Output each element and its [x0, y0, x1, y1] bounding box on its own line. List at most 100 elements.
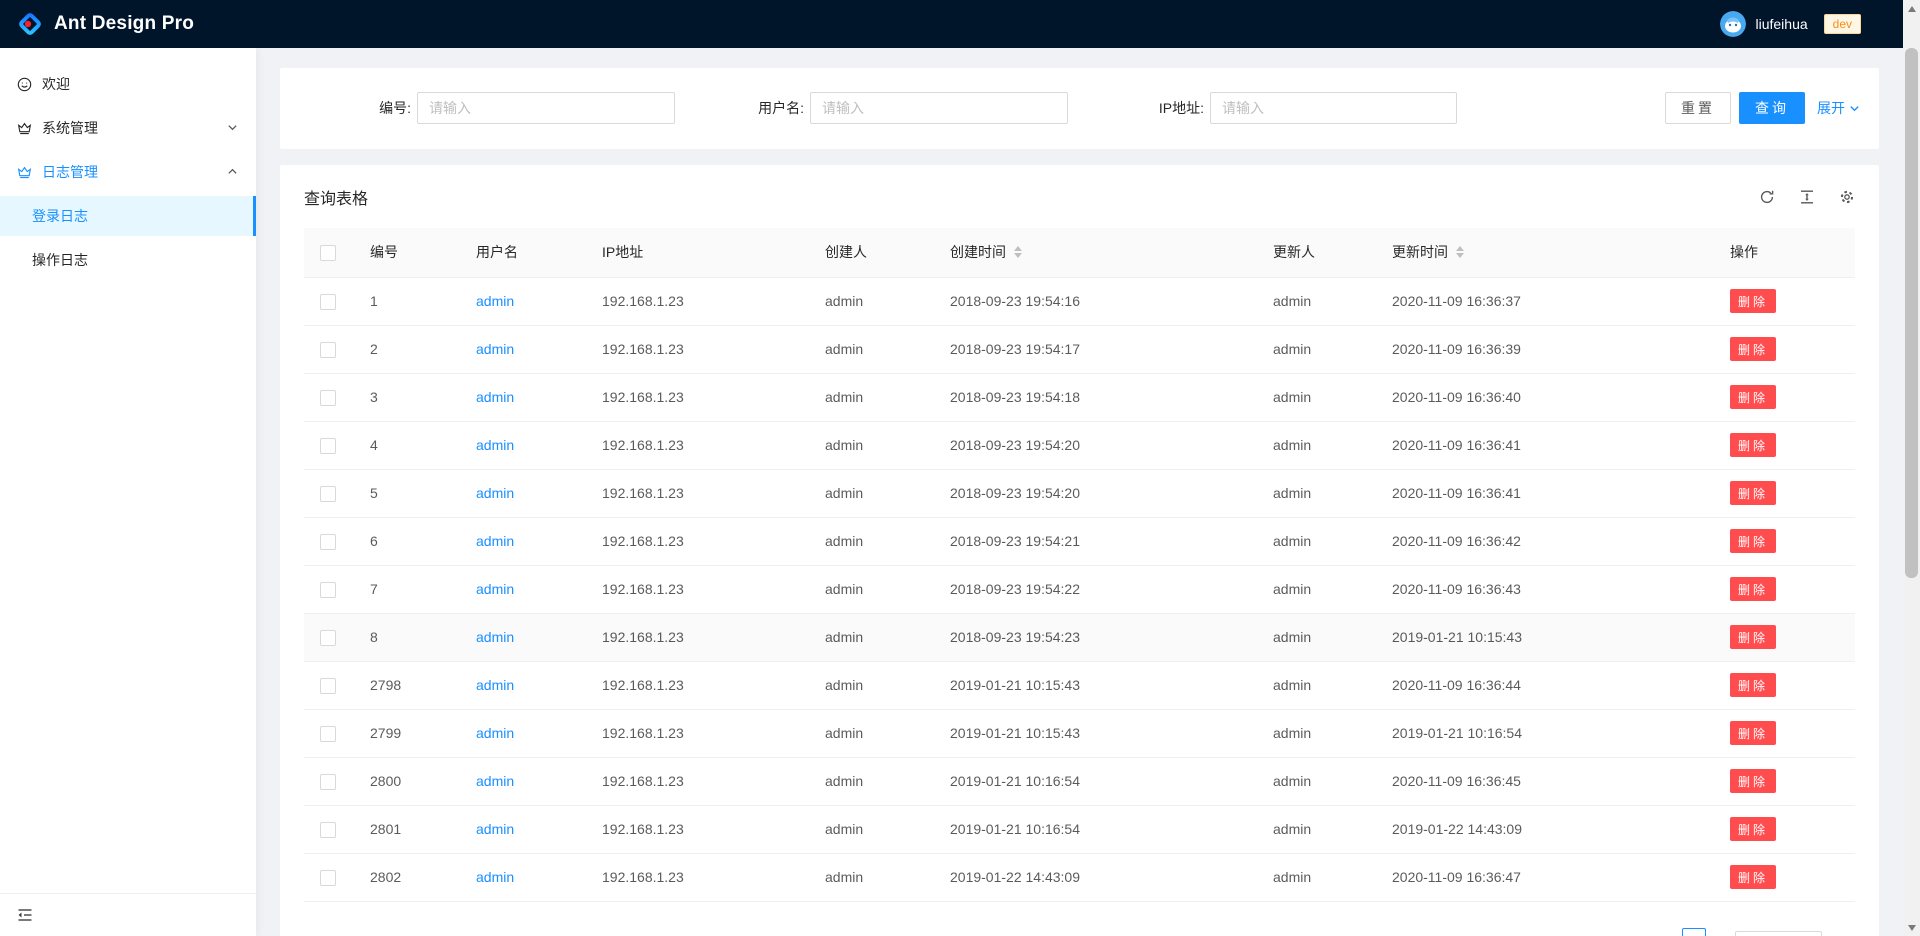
- sidebar-item-label: 系统管理: [42, 118, 98, 138]
- cell-ip: 192.168.1.23: [584, 661, 807, 709]
- username-link[interactable]: admin: [476, 773, 514, 789]
- username-link[interactable]: admin: [476, 437, 514, 453]
- cell-creator: admin: [807, 805, 932, 853]
- density-icon[interactable]: [1799, 189, 1815, 205]
- cell-created: 2018-09-23 19:54:21: [932, 517, 1255, 565]
- sorter-icon[interactable]: [1014, 246, 1022, 258]
- scroll-down-arrow[interactable]: [1903, 919, 1920, 936]
- crown-icon: [17, 121, 32, 136]
- expand-toggle[interactable]: 展开: [1817, 98, 1860, 118]
- checkbox-cell: [304, 805, 352, 853]
- pagination-page-1[interactable]: 1: [1682, 928, 1706, 936]
- cell-id: 8: [352, 613, 458, 661]
- delete-button[interactable]: 删除: [1730, 625, 1776, 649]
- menu-fold-icon[interactable]: [17, 907, 33, 923]
- row-checkbox[interactable]: [320, 486, 336, 502]
- ip-input[interactable]: [1210, 92, 1457, 124]
- delete-button[interactable]: 删除: [1730, 481, 1776, 505]
- delete-button[interactable]: 删除: [1730, 529, 1776, 553]
- username-link[interactable]: admin: [476, 293, 514, 309]
- row-checkbox[interactable]: [320, 726, 336, 742]
- cell-updated: 2020-11-09 16:36:42: [1374, 517, 1712, 565]
- row-checkbox[interactable]: [320, 630, 336, 646]
- row-checkbox[interactable]: [320, 342, 336, 358]
- row-checkbox[interactable]: [320, 390, 336, 406]
- username-link[interactable]: admin: [476, 341, 514, 357]
- sorter-icon[interactable]: [1456, 246, 1464, 258]
- sidebar-item-operation-log[interactable]: 操作日志: [0, 240, 256, 280]
- row-checkbox[interactable]: [320, 678, 336, 694]
- username-link[interactable]: admin: [476, 581, 514, 597]
- username-link[interactable]: admin: [476, 629, 514, 645]
- page-size-select[interactable]: [1735, 931, 1822, 936]
- username-link[interactable]: admin: [476, 485, 514, 501]
- delete-button[interactable]: 删除: [1730, 769, 1776, 793]
- logo[interactable]: Ant Design Pro: [16, 10, 194, 38]
- cell-action: 删除: [1712, 325, 1855, 373]
- row-checkbox[interactable]: [320, 582, 336, 598]
- user-avatar[interactable]: [1720, 11, 1746, 37]
- cell-created: 2018-09-23 19:54:17: [932, 325, 1255, 373]
- cell-updated: 2020-11-09 16:36:44: [1374, 661, 1712, 709]
- delete-button[interactable]: 删除: [1730, 289, 1776, 313]
- column-header-id: 编号: [352, 228, 458, 277]
- delete-button[interactable]: 删除: [1730, 577, 1776, 601]
- reset-button[interactable]: 重置: [1665, 92, 1731, 124]
- delete-button[interactable]: 删除: [1730, 673, 1776, 697]
- row-checkbox[interactable]: [320, 438, 336, 454]
- settings-gear-icon[interactable]: [1839, 189, 1855, 205]
- sidebar-item-label: 操作日志: [32, 250, 88, 270]
- table-row: 3admin192.168.1.23admin2018-09-23 19:54:…: [304, 373, 1855, 421]
- cell-username: admin: [458, 709, 584, 757]
- checkbox-cell: [304, 757, 352, 805]
- row-checkbox[interactable]: [320, 534, 336, 550]
- column-header-updater: 更新人: [1255, 228, 1374, 277]
- select-all-checkbox[interactable]: [320, 245, 336, 261]
- table-row: 2800admin192.168.1.23admin2019-01-21 10:…: [304, 757, 1855, 805]
- username-link[interactable]: admin: [476, 725, 514, 741]
- cell-updated: 2020-11-09 16:36:37: [1374, 277, 1712, 325]
- column-header-created[interactable]: 创建时间: [932, 228, 1255, 277]
- row-checkbox[interactable]: [320, 294, 336, 310]
- cell-ip: 192.168.1.23: [584, 469, 807, 517]
- cell-action: 删除: [1712, 709, 1855, 757]
- row-checkbox[interactable]: [320, 870, 336, 886]
- delete-button[interactable]: 删除: [1730, 337, 1776, 361]
- delete-button[interactable]: 删除: [1730, 865, 1776, 889]
- username-link[interactable]: admin: [476, 533, 514, 549]
- delete-button[interactable]: 删除: [1730, 385, 1776, 409]
- sidebar-item-system-mgmt[interactable]: 系统管理: [0, 108, 256, 148]
- cell-ip: 192.168.1.23: [584, 421, 807, 469]
- row-checkbox[interactable]: [320, 822, 336, 838]
- username-link[interactable]: admin: [476, 821, 514, 837]
- row-checkbox[interactable]: [320, 774, 336, 790]
- sidebar-item-welcome[interactable]: 欢迎: [0, 64, 256, 104]
- column-header-action: 操作: [1712, 228, 1855, 277]
- scroll-up-arrow[interactable]: [1903, 0, 1920, 17]
- cell-updated: 2020-11-09 16:36:47: [1374, 853, 1712, 901]
- cell-updater: admin: [1255, 565, 1374, 613]
- username-link[interactable]: admin: [476, 869, 514, 885]
- id-input[interactable]: [417, 92, 675, 124]
- reload-icon[interactable]: [1759, 189, 1775, 205]
- cell-created: 2018-09-23 19:54:20: [932, 421, 1255, 469]
- username-text[interactable]: liufeihua: [1755, 16, 1807, 32]
- checkbox-cell: [304, 565, 352, 613]
- delete-button[interactable]: 删除: [1730, 721, 1776, 745]
- scrollbar[interactable]: [1903, 0, 1920, 936]
- username-link[interactable]: admin: [476, 677, 514, 693]
- sidebar-item-login-log[interactable]: 登录日志: [0, 196, 256, 236]
- delete-button[interactable]: 删除: [1730, 817, 1776, 841]
- sidebar-item-log-mgmt[interactable]: 日志管理: [0, 152, 256, 192]
- search-button[interactable]: 查询: [1739, 92, 1805, 124]
- cell-updated: 2020-11-09 16:36:40: [1374, 373, 1712, 421]
- cell-id: 2: [352, 325, 458, 373]
- delete-button[interactable]: 删除: [1730, 433, 1776, 457]
- cell-id: 7: [352, 565, 458, 613]
- username-input[interactable]: [810, 92, 1068, 124]
- cell-action: 删除: [1712, 757, 1855, 805]
- scrollbar-thumb[interactable]: [1905, 48, 1918, 578]
- username-link[interactable]: admin: [476, 389, 514, 405]
- column-header-updated[interactable]: 更新时间: [1374, 228, 1712, 277]
- cell-creator: admin: [807, 757, 932, 805]
